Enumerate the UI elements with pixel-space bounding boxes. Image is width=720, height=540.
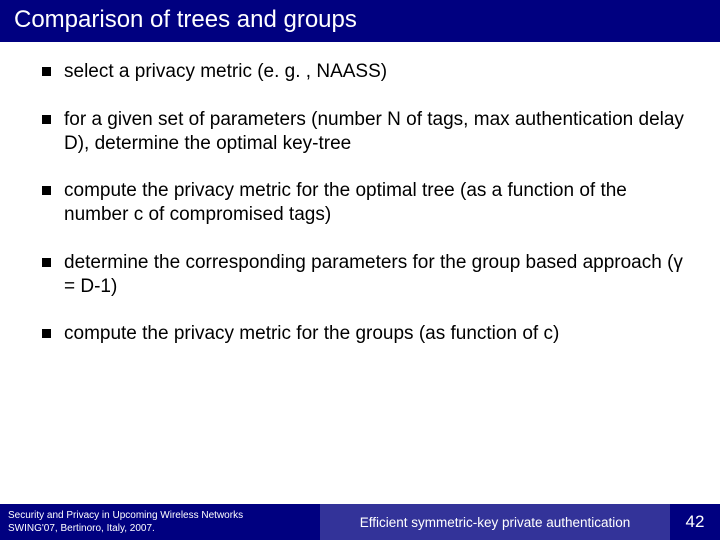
square-bullet-icon [42, 186, 51, 195]
square-bullet-icon [42, 329, 51, 338]
bullet-item: for a given set of parameters (number N … [42, 108, 692, 156]
bullet-item: compute the privacy metric for the optim… [42, 179, 692, 227]
slide-content: select a privacy metric (e. g. , NAASS) … [0, 42, 720, 540]
page-number: 42 [670, 504, 720, 540]
bullet-item: select a privacy metric (e. g. , NAASS) [42, 60, 692, 84]
bullet-text: for a given set of parameters (number N … [64, 108, 692, 156]
slide: Comparison of trees and groups select a … [0, 0, 720, 540]
bullet-text: select a privacy metric (e. g. , NAASS) [64, 60, 692, 84]
square-bullet-icon [42, 258, 51, 267]
footer-left: Security and Privacy in Upcoming Wireles… [0, 504, 320, 540]
slide-footer: Security and Privacy in Upcoming Wireles… [0, 504, 720, 540]
bullet-text: determine the corresponding parameters f… [64, 251, 692, 299]
square-bullet-icon [42, 115, 51, 124]
bullet-item: determine the corresponding parameters f… [42, 251, 692, 299]
footer-section-title: Efficient symmetric-key private authenti… [320, 504, 670, 540]
bullet-text: compute the privacy metric for the optim… [64, 179, 692, 227]
slide-title: Comparison of trees and groups [0, 0, 720, 42]
bullet-item: compute the privacy metric for the group… [42, 322, 692, 346]
footer-conference-title: Security and Privacy in Upcoming Wireles… [8, 509, 312, 522]
footer-conference-info: SWING'07, Bertinoro, Italy, 2007. [8, 522, 312, 535]
bullet-text: compute the privacy metric for the group… [64, 322, 692, 346]
square-bullet-icon [42, 67, 51, 76]
